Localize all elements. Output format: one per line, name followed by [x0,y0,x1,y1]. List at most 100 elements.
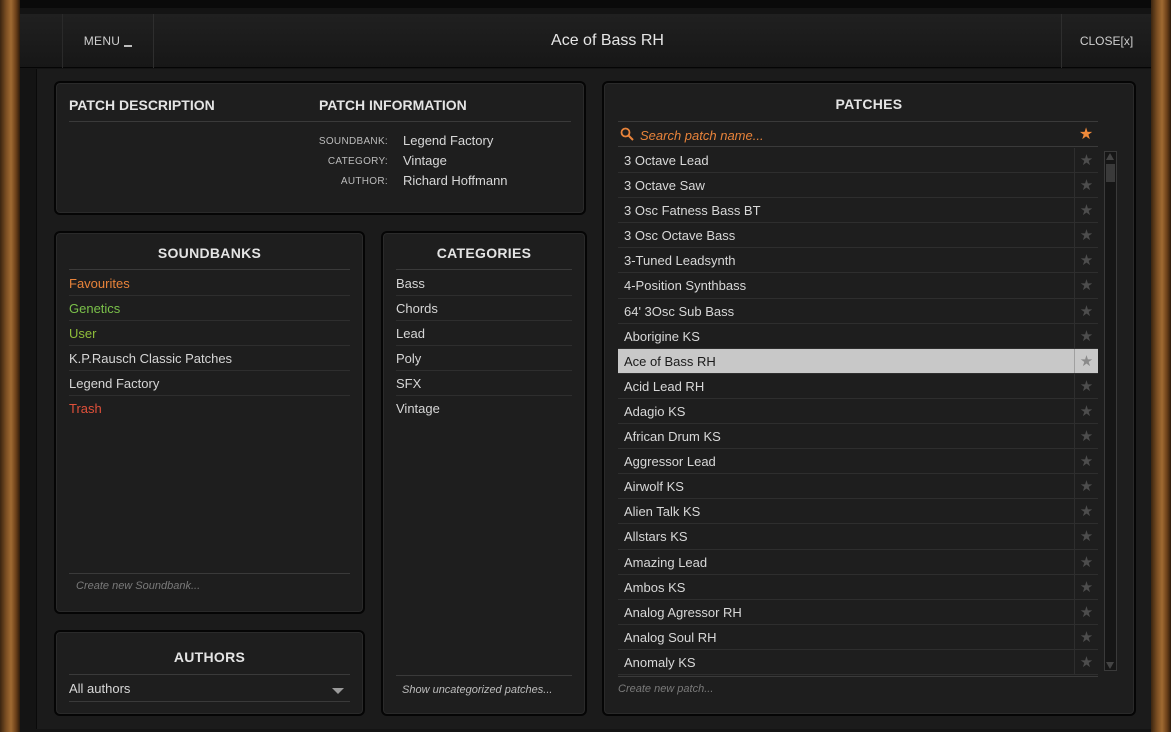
patch-name: Airwolf KS [624,479,684,495]
patch-information-heading: PATCH INFORMATION [319,97,467,113]
patch-row[interactable]: Acid Lead RH ★ [618,373,1098,399]
category-item[interactable]: Chords [396,296,572,321]
patch-name: Allstars KS [624,529,688,545]
patch-name: Aborigine KS [624,328,700,344]
patch-row[interactable]: Aggressor Lead ★ [618,449,1098,475]
show-uncategorized-link[interactable]: Show uncategorized patches... [402,684,552,696]
soundbank-item-user[interactable]: User [69,321,350,346]
patch-row[interactable]: Allstars KS ★ [618,524,1098,550]
scroll-thumb[interactable] [1106,164,1115,182]
patch-row[interactable]: Aborigine KS ★ [618,323,1098,349]
soundbank-item-trash[interactable]: Trash [69,396,350,421]
patch-description-panel: PATCH DESCRIPTION PATCH INFORMATION SOUN… [54,81,586,215]
patch-name: Ace of Bass RH [624,353,716,369]
patch-name: Anomaly KS [624,654,696,670]
favourite-star-icon[interactable]: ★ [1074,323,1098,348]
soundbank-info-row: SOUNDBANK: Legend Factory [56,133,584,153]
menu-button[interactable]: MENU [62,14,154,68]
favourite-star-icon[interactable]: ★ [1074,649,1098,674]
favourite-star-icon[interactable]: ★ [1074,273,1098,298]
divider [618,121,1098,122]
patch-row[interactable]: Analog Agressor RH ★ [618,599,1098,625]
patch-name: Alien Talk KS [624,504,701,520]
soundbank-item-favourites[interactable]: Favourites [69,271,350,296]
patch-row[interactable]: Analog Soul RH ★ [618,624,1098,650]
category-item[interactable]: Poly [396,346,572,371]
favourite-star-icon[interactable]: ★ [1074,574,1098,599]
authors-heading: AUTHORS [173,649,246,665]
browser-content: PATCH DESCRIPTION PATCH INFORMATION SOUN… [36,69,1151,729]
search-input[interactable] [640,125,1040,145]
soundbank-item-genetics[interactable]: Genetics [69,296,350,321]
patch-row[interactable]: Amazing Lead ★ [618,549,1098,575]
category-key: CATEGORY: [327,156,388,167]
patch-row-selected[interactable]: Ace of Bass RH ★ [618,348,1098,374]
favourite-star-icon[interactable]: ★ [1074,524,1098,549]
patch-row[interactable]: Adagio KS ★ [618,398,1098,425]
search-icon [620,127,634,141]
favourite-star-icon[interactable]: ★ [1074,348,1098,373]
authors-select[interactable]: All authors [69,678,350,702]
soundbank-list: Favourites Genetics User K.P.Rausch Clas… [56,271,363,421]
patch-row[interactable]: 3 Osc Octave Bass ★ [618,223,1098,249]
chevron-down-icon [332,688,344,694]
author-key: AUTHOR: [340,176,388,187]
create-patch-input[interactable]: Create new patch... [618,683,713,695]
favourite-star-icon[interactable]: ★ [1074,474,1098,499]
search-row: ★ [618,125,1098,147]
category-item[interactable]: SFX [396,371,572,396]
category-item[interactable]: Vintage [396,396,572,421]
patch-name: 3 Osc Octave Bass [624,228,736,244]
category-item[interactable]: Bass [396,271,572,296]
wood-side-panel-right [1151,0,1171,732]
authors-panel: AUTHORS All authors [54,630,365,716]
patch-row[interactable]: Airwolf KS ★ [618,474,1098,500]
patch-name: 3 Osc Fatness Bass BT [624,203,761,219]
create-soundbank-input[interactable]: Create new Soundbank... [76,580,200,592]
soundbank-item-legend-factory[interactable]: Legend Factory [69,371,350,396]
patch-row[interactable]: African Drum KS ★ [618,424,1098,450]
favourites-filter-star-icon[interactable]: ★ [1074,125,1098,145]
patch-row[interactable]: Ambos KS ★ [618,574,1098,600]
favourite-star-icon[interactable]: ★ [1074,424,1098,449]
patch-row[interactable]: 3-Tuned Leadsynth ★ [618,248,1098,274]
close-button[interactable]: CLOSE[x] [1061,14,1151,68]
patch-name: 3 Octave Lead [624,153,709,168]
favourite-star-icon[interactable]: ★ [1074,398,1098,424]
author-value: Richard Hoffmann [403,173,508,188]
patch-row[interactable]: Anomaly KS ★ [618,649,1098,675]
soundbanks-heading: SOUNDBANKS [157,245,262,261]
patch-row[interactable]: 64' 3Osc Sub Bass ★ [618,298,1098,324]
patch-row[interactable]: 3 Octave Saw ★ [618,173,1098,199]
favourite-star-icon[interactable]: ★ [1074,198,1098,223]
patch-row[interactable]: 3 Osc Fatness Bass BT ★ [618,198,1098,224]
favourite-star-icon[interactable]: ★ [1074,148,1098,173]
category-item[interactable]: Lead [396,321,572,346]
favourite-star-icon[interactable]: ★ [1074,173,1098,198]
favourite-star-icon[interactable]: ★ [1074,373,1098,398]
favourite-star-icon[interactable]: ★ [1074,549,1098,574]
patch-row[interactable]: 4-Position Synthbass ★ [618,273,1098,299]
favourite-star-icon[interactable]: ★ [1074,499,1098,524]
favourite-star-icon[interactable]: ★ [1074,449,1098,474]
caret-down-icon [124,44,133,47]
soundbank-item-kp-rausch[interactable]: K.P.Rausch Classic Patches [69,346,350,371]
favourite-star-icon[interactable]: ★ [1074,223,1098,248]
patch-row[interactable]: Alien Talk KS ★ [618,499,1098,525]
patch-row[interactable]: 3 Octave Lead ★ [618,148,1098,174]
favourite-star-icon[interactable]: ★ [1074,624,1098,649]
top-strip [20,0,1151,8]
patch-name: 64' 3Osc Sub Bass [624,303,735,319]
patch-list-scrollbar[interactable] [1104,151,1117,671]
scroll-up-arrow-icon[interactable] [1106,153,1114,160]
soundbanks-panel: SOUNDBANKS Favourites Genetics User K.P.… [54,231,365,614]
divider [396,269,572,270]
patch-description-heading: PATCH DESCRIPTION [69,97,215,113]
favourite-star-icon[interactable]: ★ [1074,599,1098,624]
patches-panel: PATCHES ★ 3 Octave Lead★3 Octave Saw★3 O… [602,81,1136,716]
patch-name: 4-Position Synthbass [624,278,747,294]
favourite-star-icon[interactable]: ★ [1074,248,1098,273]
patch-name: Analog Agressor RH [624,604,742,620]
favourite-star-icon[interactable]: ★ [1074,298,1098,323]
scroll-down-arrow-icon[interactable] [1106,662,1114,669]
